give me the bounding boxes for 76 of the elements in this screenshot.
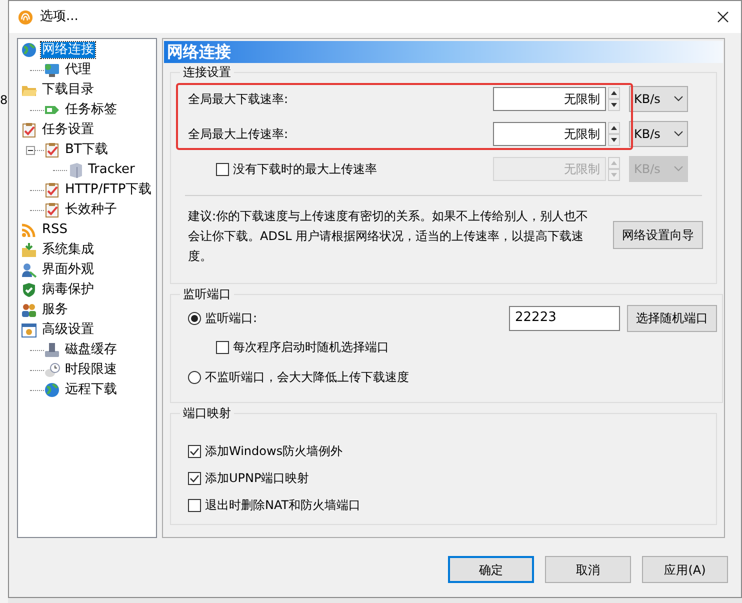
window-title: 选项... <box>40 8 80 26</box>
person-icon <box>21 262 37 278</box>
monitor-icon <box>44 62 60 78</box>
checkbox[interactable] <box>188 498 201 512</box>
tree-item[interactable]: 服务 <box>41 302 69 318</box>
group-title: 端口映射 <box>182 405 232 422</box>
rss-icon <box>21 222 37 238</box>
tree-item[interactable]: 界面外观 <box>41 262 95 278</box>
checkbox[interactable] <box>216 340 229 354</box>
wizard-button[interactable]: 网络设置向导 <box>613 221 703 249</box>
people-icon <box>21 302 37 318</box>
advice-text: 建议:你的下载速度与上传速度有密切的关系。如果不上传给别人，别人也不会让你下载。ADSL 用户请根据网络状况，适当的上传速率，以提高下载速度。 <box>188 208 590 265</box>
checkbox-label: 每次程序启动时随机选择端口 <box>233 339 389 356</box>
checkbox[interactable] <box>188 472 201 484</box>
radio-button[interactable] <box>188 312 201 324</box>
rate-field[interactable]: 无限制 <box>493 122 606 146</box>
collapse-icon[interactable] <box>26 146 35 154</box>
tree-item[interactable]: 病毒保护 <box>41 282 95 298</box>
spinner-icon[interactable] <box>608 87 620 111</box>
checkbox-label: 没有下载时的最大上传速率 <box>233 161 377 178</box>
checkbox-label: 添加UPNP端口映射 <box>205 470 310 487</box>
globe-icon <box>21 42 37 58</box>
tree-item[interactable]: Tracker <box>87 162 136 178</box>
tree-item[interactable]: 系统集成 <box>41 242 95 258</box>
tree-item[interactable]: 任务标签 <box>64 102 118 118</box>
server-box-icon <box>67 162 83 178</box>
window-icon <box>21 322 37 338</box>
checkbox-label: 退出时删除NAT和防火墙端口 <box>205 497 361 514</box>
clock-icon <box>44 362 60 378</box>
field-label: 全局最大下载速率: <box>188 91 288 108</box>
dropdown-value: KB/s <box>634 91 660 108</box>
dropdown-value: KB/s <box>634 126 660 143</box>
group-title: 连接设置 <box>182 64 232 81</box>
dialog-button[interactable]: 应用(A) <box>642 556 728 583</box>
checkbox[interactable] <box>188 444 201 458</box>
tree-item[interactable]: 磁盘缓存 <box>64 342 118 358</box>
chevron-down-icon <box>674 166 683 172</box>
close-icon[interactable] <box>717 11 729 23</box>
clipboard-icon <box>44 142 60 158</box>
tree-item[interactable]: RSS <box>41 222 69 238</box>
radio-label: 监听端口: <box>205 310 258 327</box>
spinner-icon[interactable] <box>608 122 620 146</box>
tree-item[interactable]: 远程下载 <box>64 382 118 398</box>
port-field[interactable]: 22223 <box>509 306 620 330</box>
checkbox-label: 添加Windows防火墙例外 <box>205 443 343 460</box>
random-port-button[interactable]: 选择随机端口 <box>627 304 717 332</box>
tree-item[interactable]: 任务设置 <box>41 122 95 138</box>
tree-item[interactable]: 高级设置 <box>41 322 95 338</box>
group-title: 监听端口 <box>182 286 232 303</box>
shield-icon <box>21 282 37 298</box>
globe-icon <box>44 382 60 398</box>
tree-item[interactable]: 时段限速 <box>64 362 118 378</box>
dialog-button[interactable]: 取消 <box>545 556 631 583</box>
tree-item[interactable]: HTTP/FTP下载 <box>64 182 153 198</box>
rate-field[interactable]: 无限制 <box>493 87 606 111</box>
disk-icon <box>44 342 60 358</box>
tree-item[interactable]: 网络连接 <box>41 42 95 58</box>
chevron-down-icon <box>674 96 683 102</box>
clipboard-icon <box>44 202 60 218</box>
tree-item[interactable]: 下载目录 <box>41 82 95 98</box>
unit-dropdown[interactable]: KB/s <box>629 86 688 112</box>
chevron-down-icon <box>674 131 683 137</box>
panel-title: 网络连接 <box>167 42 231 62</box>
folder-arrow-icon <box>21 242 37 258</box>
background-cell-text: 8 <box>0 92 8 108</box>
tree-item[interactable]: 长效种子 <box>64 202 118 218</box>
radio-button[interactable] <box>188 370 201 384</box>
tree-item[interactable]: BT下载 <box>64 142 109 158</box>
unit-dropdown[interactable]: KB/s <box>629 121 688 147</box>
radio-label: 不监听端口，会大大降低上传下载速度 <box>205 369 409 386</box>
tree-item[interactable]: 代理 <box>64 62 92 78</box>
field-label: 全局最大上传速率: <box>188 126 288 143</box>
app-logo-icon <box>18 10 33 24</box>
clipboard-icon <box>21 122 37 138</box>
clipboard-icon <box>44 182 60 198</box>
dialog-button[interactable]: 确定 <box>448 556 534 583</box>
